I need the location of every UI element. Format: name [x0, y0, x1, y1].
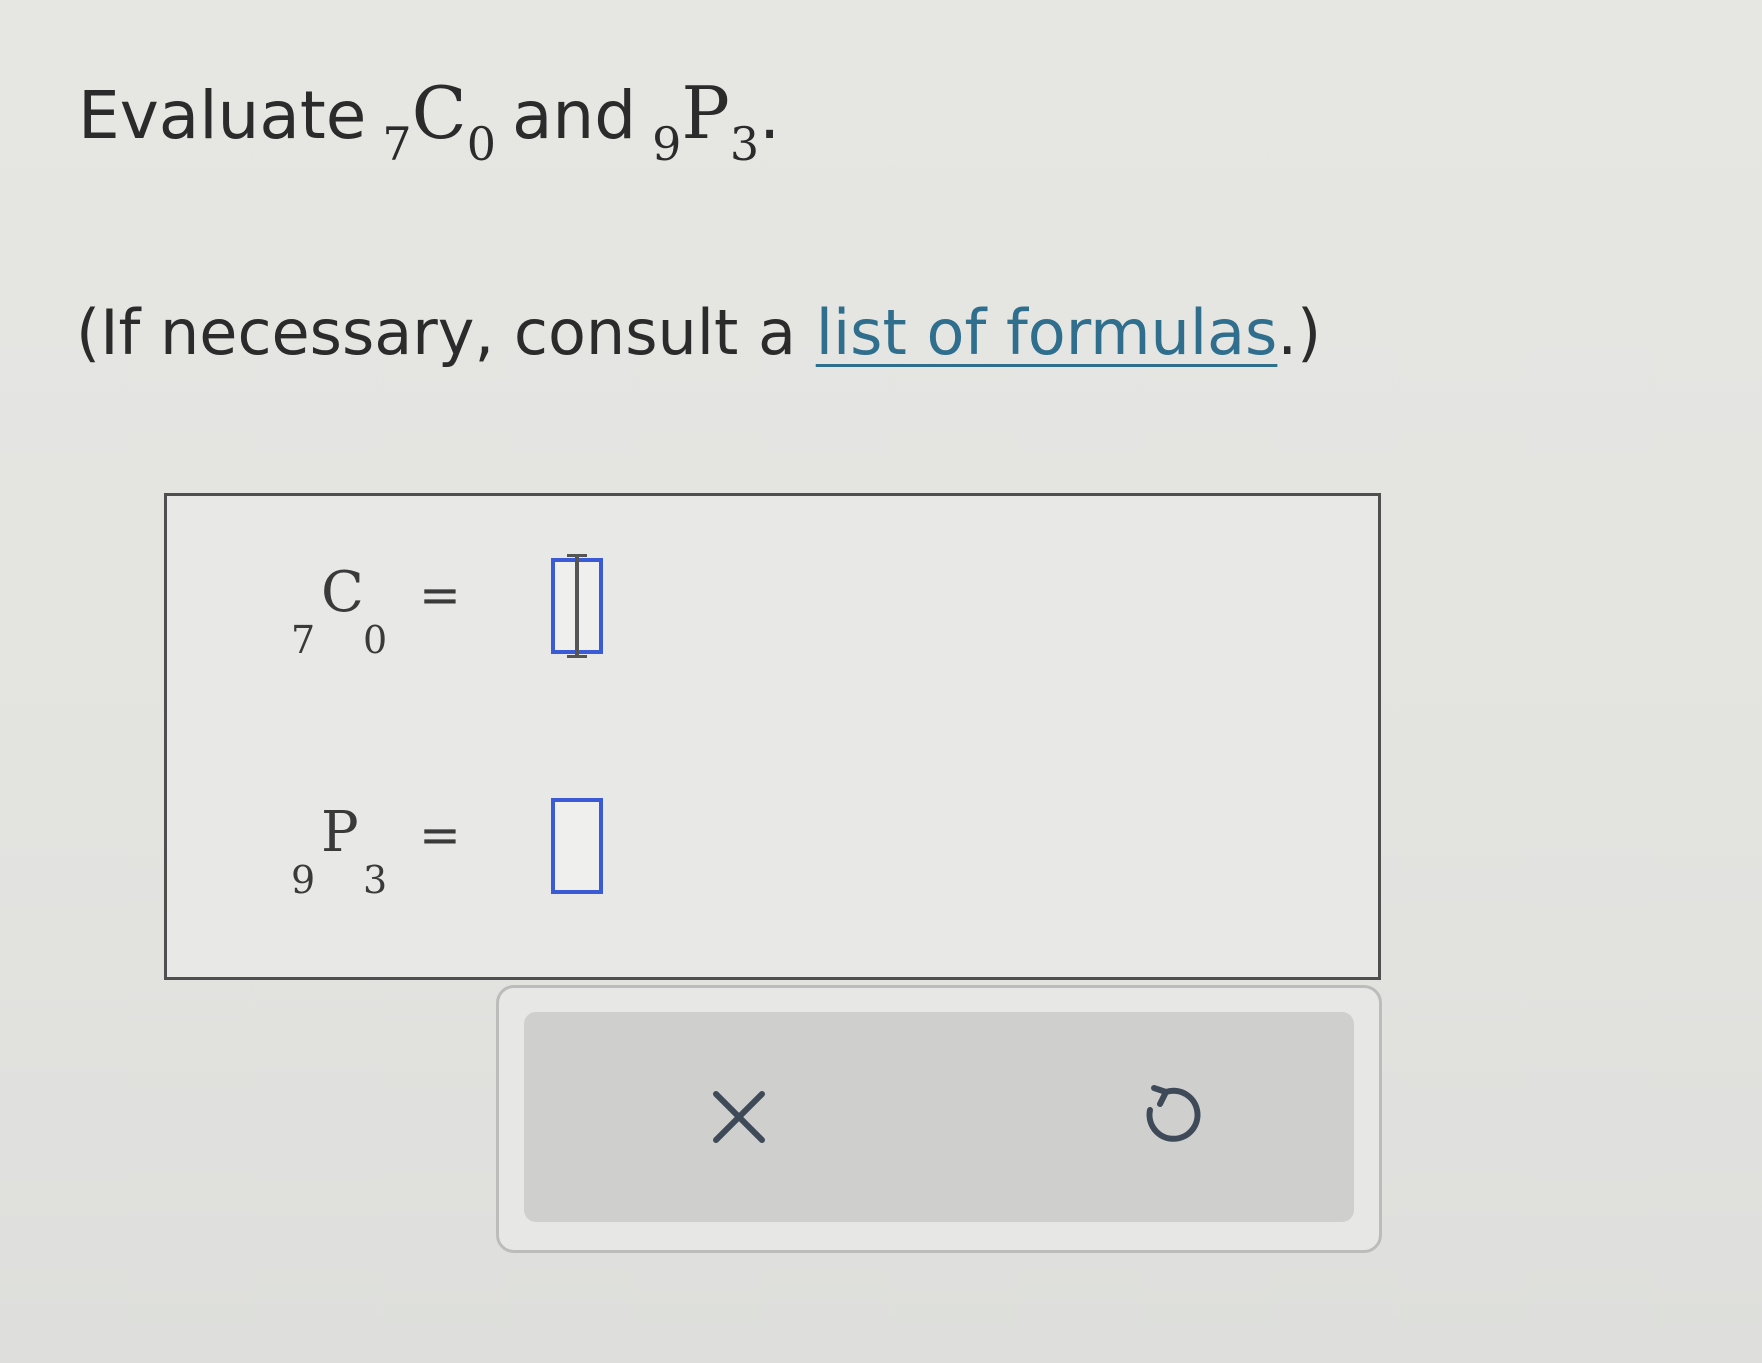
permutation-answer-row: 9 P 3 = — [291, 796, 691, 916]
combination-r-label: 0 — [363, 618, 388, 662]
combination-n: 7 — [382, 117, 412, 171]
question-lead: Evaluate — [78, 77, 367, 154]
permutation-n-label: 9 — [291, 858, 316, 902]
permutation-letter-label: P — [321, 800, 359, 865]
combination-r: 0 — [466, 117, 496, 171]
undo-icon — [1146, 1085, 1201, 1142]
help-suffix: .) — [1277, 296, 1322, 369]
combination-answer-row: 7 C 0 = — [291, 554, 691, 676]
permutation-r: 3 — [729, 117, 760, 171]
combination-letter-label: C — [321, 560, 364, 625]
combination-answer-input[interactable] — [551, 554, 603, 658]
question-end-punct: . — [759, 77, 781, 154]
combination-letter: C — [411, 71, 467, 155]
formula-help-text: (If necessary, consult a list of formula… — [76, 296, 1321, 369]
permutation-answer-input[interactable] — [551, 798, 603, 894]
equals-sign: = — [419, 806, 461, 864]
answer-toolbar — [496, 985, 1382, 1253]
question-conjunction: and — [511, 77, 637, 154]
permutation-r-label: 3 — [363, 858, 388, 902]
equals-sign: = — [419, 566, 461, 624]
clear-button[interactable] — [694, 1072, 784, 1162]
formulas-link[interactable]: list of formulas — [816, 296, 1278, 369]
permutation-n: 9 — [652, 117, 682, 171]
question-text: Evaluate 7C0 and 9P3. — [78, 70, 781, 171]
help-prefix: (If necessary, consult a — [76, 296, 816, 369]
undo-button[interactable] — [1124, 1072, 1214, 1162]
combination-n-label: 7 — [291, 618, 316, 662]
answer-panel: 7 C 0 = 9 P 3 = — [164, 493, 1381, 980]
close-icon — [713, 1091, 765, 1143]
permutation-letter: P — [681, 71, 730, 155]
toolbar-inner — [524, 1012, 1354, 1222]
